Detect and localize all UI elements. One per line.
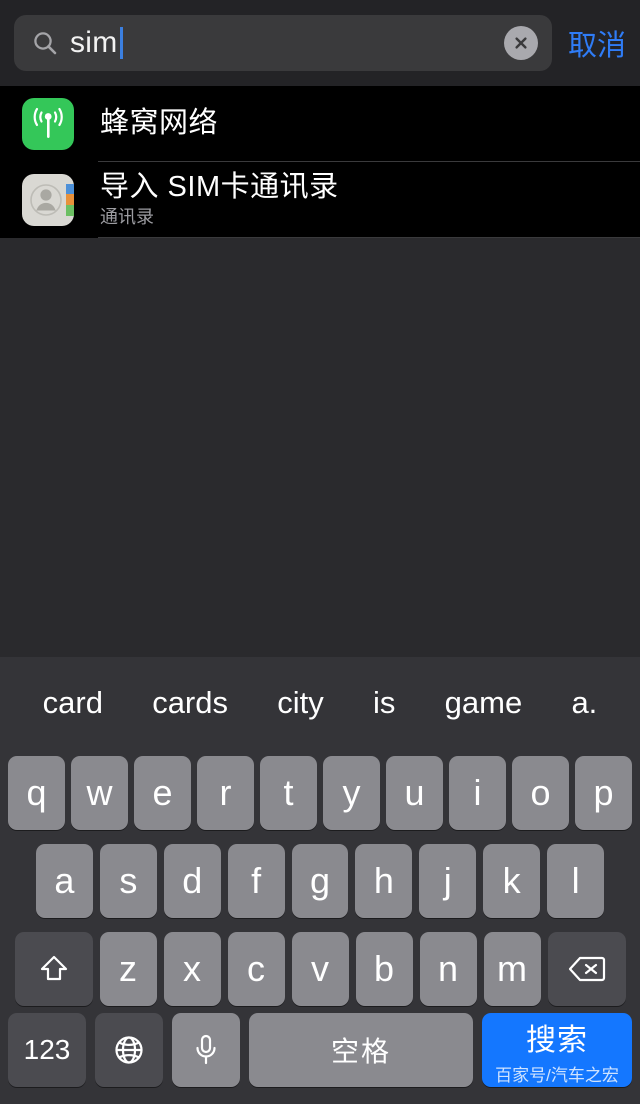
keyboard-row-1: q w e r t y u i o p — [0, 749, 640, 837]
search-key-label: 搜索 — [526, 1023, 588, 1057]
backspace-icon[interactable] — [547, 932, 626, 1006]
key-l[interactable]: l — [547, 844, 605, 918]
key-x[interactable]: x — [163, 932, 221, 1006]
key-k[interactable]: k — [483, 844, 541, 918]
search-input-value: sim — [70, 26, 118, 59]
search-results-list: 蜂窝网络 导入 SIM卡通讯录 通讯录 — [0, 86, 640, 238]
numeric-key[interactable]: 123 — [8, 1013, 86, 1087]
suggestion-item[interactable]: city — [277, 685, 324, 721]
contacts-icon — [22, 174, 74, 226]
clear-search-button[interactable] — [503, 26, 538, 60]
space-key[interactable]: 空格 — [249, 1013, 473, 1087]
text-cursor — [119, 27, 123, 59]
key-j[interactable]: j — [419, 844, 477, 918]
watermark: 百家号/汽车之宏 — [495, 1065, 619, 1085]
shift-arrow-icon[interactable] — [14, 932, 93, 1006]
key-e[interactable]: e — [134, 756, 191, 830]
key-g[interactable]: g — [291, 844, 349, 918]
key-p[interactable]: p — [575, 756, 632, 830]
result-title: 导入 SIM卡通讯录 — [100, 170, 339, 203]
empty-content-area — [0, 238, 640, 657]
phone-screen: sim 取消 蜂窝网络 导入 SIM卡通讯录 通讯录 card cards ci… — [0, 0, 640, 1104]
result-subtitle: 通讯录 — [100, 206, 154, 227]
key-t[interactable]: t — [260, 756, 317, 830]
search-input[interactable]: sim — [14, 15, 552, 71]
keyboard-row-2: a s d f g h j k l — [0, 837, 640, 925]
key-i[interactable]: i — [449, 756, 506, 830]
suggestion-bar: card cards city is game a. — [0, 657, 640, 749]
key-v[interactable]: v — [291, 932, 349, 1006]
microphone-icon[interactable] — [172, 1013, 240, 1087]
suggestion-item[interactable]: a. — [571, 685, 597, 721]
key-w[interactable]: w — [71, 756, 128, 830]
key-f[interactable]: f — [227, 844, 285, 918]
result-row-import-sim-contacts[interactable]: 导入 SIM卡通讯录 通讯录 — [0, 162, 640, 238]
key-m[interactable]: m — [483, 932, 541, 1006]
key-o[interactable]: o — [512, 756, 569, 830]
search-bar: sim 取消 — [0, 0, 640, 86]
key-u[interactable]: u — [386, 756, 443, 830]
key-a[interactable]: a — [36, 844, 93, 918]
key-n[interactable]: n — [419, 932, 477, 1006]
key-r[interactable]: r — [197, 756, 254, 830]
key-q[interactable]: q — [8, 756, 65, 830]
key-h[interactable]: h — [355, 844, 413, 918]
result-title: 蜂窝网络 — [100, 107, 219, 140]
keyboard-row-4: 123 空格 搜索 百家号/汽车之宏 — [0, 1013, 640, 1095]
key-s[interactable]: s — [99, 844, 157, 918]
globe-icon[interactable] — [95, 1013, 163, 1087]
onscreen-keyboard: card cards city is game a. q w e r t y u… — [0, 657, 640, 1104]
suggestion-item[interactable]: card — [43, 685, 103, 721]
suggestion-item[interactable]: game — [445, 685, 523, 721]
suggestion-item[interactable]: is — [373, 685, 395, 721]
key-z[interactable]: z — [99, 932, 157, 1006]
key-d[interactable]: d — [163, 844, 221, 918]
key-b[interactable]: b — [355, 932, 413, 1006]
keyboard-row-3: z x c v b n m — [0, 925, 640, 1013]
key-c[interactable]: c — [227, 932, 285, 1006]
search-key[interactable]: 搜索 百家号/汽车之宏 — [482, 1013, 632, 1087]
cancel-button[interactable]: 取消 — [568, 22, 626, 64]
search-icon — [32, 30, 58, 56]
result-row-cellular[interactable]: 蜂窝网络 — [0, 86, 640, 162]
suggestion-item[interactable]: cards — [152, 685, 228, 721]
key-y[interactable]: y — [323, 756, 380, 830]
cellular-icon — [22, 98, 74, 150]
